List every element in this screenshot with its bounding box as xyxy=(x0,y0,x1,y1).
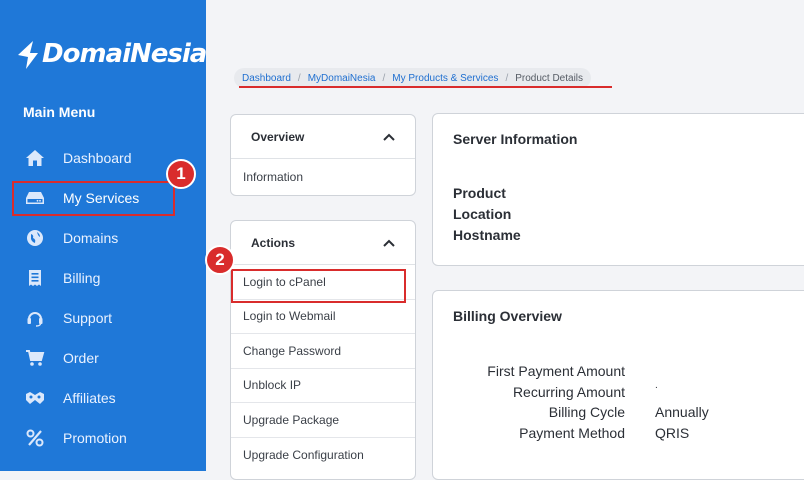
breadcrumb-products-services[interactable]: My Products & Services xyxy=(392,73,498,84)
breadcrumb-separator: / xyxy=(382,72,386,84)
actions-card: Actions Login to cPanel Login to Webmail… xyxy=(230,220,416,480)
server-information-panel: Server Information Product Location Host… xyxy=(432,113,804,266)
actions-header[interactable]: Actions xyxy=(231,221,415,265)
breadcrumb-separator: / xyxy=(297,72,301,84)
chevron-up-icon xyxy=(383,133,395,141)
sidebar-item-label: Affiliates xyxy=(63,390,116,406)
billing-value-cycle: Annually xyxy=(655,404,709,420)
sidebar-item-order[interactable]: Order xyxy=(0,338,206,378)
server-label-product: Product xyxy=(453,185,506,201)
overview-item-information[interactable]: Information xyxy=(231,159,415,195)
sidebar-item-label: Promotion xyxy=(63,430,127,446)
action-upgrade-configuration[interactable]: Upgrade Configuration xyxy=(231,438,415,473)
action-upgrade-package[interactable]: Upgrade Package xyxy=(231,403,415,438)
sidebar: DomaiNesia Main Menu Dashboard My Servic… xyxy=(0,0,207,471)
breadcrumb-mydomainesia[interactable]: MyDomaiNesia xyxy=(308,73,376,84)
breadcrumb-dashboard[interactable]: Dashboard xyxy=(242,73,291,84)
percent-icon xyxy=(24,427,46,449)
sidebar-item-label: Order xyxy=(63,350,99,366)
handshake-icon xyxy=(24,387,46,409)
sidebar-item-label: Billing xyxy=(63,270,101,286)
billing-label-cycle: Billing Cycle xyxy=(548,404,625,420)
billing-value-recurring: . xyxy=(655,380,658,391)
billing-label-first-payment: First Payment Amount xyxy=(487,363,625,379)
overview-card: Overview Information xyxy=(230,114,416,196)
breadcrumb-separator: / xyxy=(505,72,509,84)
sidebar-item-label: Support xyxy=(63,310,113,326)
billing-label-recurring: Recurring Amount xyxy=(512,384,625,400)
sidebar-item-support[interactable]: Support xyxy=(0,298,206,338)
action-change-password[interactable]: Change Password xyxy=(231,334,415,369)
sidebar-item-affiliates[interactable]: Affiliates xyxy=(0,378,206,418)
chevron-up-icon xyxy=(383,239,395,247)
my-services-highlight xyxy=(12,181,175,216)
main-menu-title: Main Menu xyxy=(23,104,96,120)
sidebar-item-label: Dashboard xyxy=(63,150,132,166)
domainesia-logo-icon xyxy=(18,41,38,69)
billing-label-payment-method: Payment Method xyxy=(519,425,625,441)
brand-logo[interactable]: DomaiNesia xyxy=(16,34,207,74)
server-label-location: Location xyxy=(453,206,512,222)
sidebar-item-domains[interactable]: Domains xyxy=(0,218,206,258)
breadcrumb-highlight xyxy=(239,86,612,88)
breadcrumb-current: Product Details xyxy=(515,72,584,84)
overview-header[interactable]: Overview xyxy=(231,115,415,159)
step-1-badge: 1 xyxy=(166,159,196,189)
billing-overview-title: Billing Overview xyxy=(453,308,562,324)
action-unblock-ip[interactable]: Unblock IP xyxy=(231,369,415,403)
login-cpanel-highlight xyxy=(231,269,406,303)
sidebar-item-label: Domains xyxy=(63,230,119,246)
overview-title: Overview xyxy=(251,129,305,144)
breadcrumb: Dashboard / MyDomaiNesia / My Products &… xyxy=(234,68,592,88)
action-login-webmail[interactable]: Login to Webmail xyxy=(231,300,415,334)
headset-icon xyxy=(24,307,46,329)
billing-overview-panel: Billing Overview First Payment Amount Re… xyxy=(432,290,804,480)
actions-title: Actions xyxy=(251,235,296,250)
cart-icon xyxy=(24,347,46,369)
sidebar-item-promotion[interactable]: Promotion xyxy=(0,418,206,458)
receipt-icon xyxy=(24,267,46,289)
billing-value-payment-method: QRIS xyxy=(655,425,690,441)
globe-icon xyxy=(24,227,46,249)
step-2-badge: 2 xyxy=(205,245,235,275)
home-icon xyxy=(24,147,46,169)
server-label-hostname: Hostname xyxy=(453,227,521,243)
brand-name: DomaiNesia xyxy=(42,39,207,69)
server-information-title: Server Information xyxy=(453,131,578,147)
sidebar-item-billing[interactable]: Billing xyxy=(0,258,206,298)
